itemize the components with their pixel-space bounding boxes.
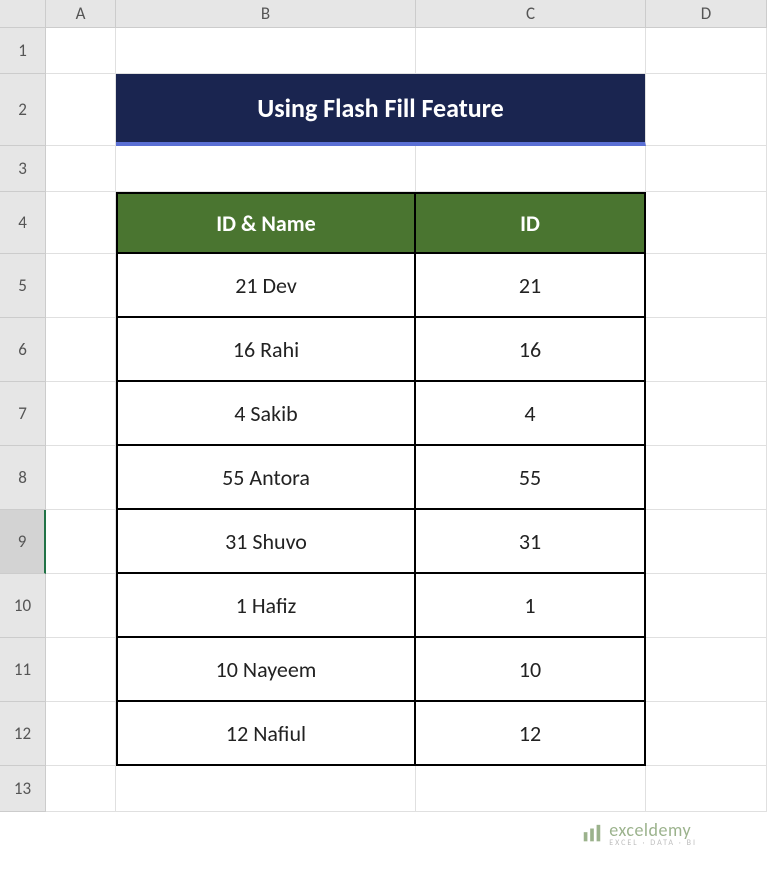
cell-c3[interactable]: [416, 146, 646, 192]
cell-d3[interactable]: [646, 146, 767, 192]
cell-idname[interactable]: 1 Hafiz: [116, 574, 416, 638]
cell-c13[interactable]: [416, 766, 646, 812]
cell-b3[interactable]: [116, 146, 416, 192]
cell-a3[interactable]: [46, 146, 116, 192]
table-header-idname[interactable]: ID & Name: [116, 192, 416, 254]
table-row: 55 Antora 55: [46, 446, 767, 510]
cell-d11[interactable]: [646, 638, 767, 702]
cell-d12[interactable]: [646, 702, 767, 766]
column-headers: A B C D: [46, 0, 767, 28]
cell-b1[interactable]: [116, 28, 416, 74]
table-row: 31 Shuvo 31: [46, 510, 767, 574]
table-row: 10 Nayeem 10: [46, 638, 767, 702]
row-header-13[interactable]: 13: [0, 766, 46, 812]
cell-d1[interactable]: [646, 28, 767, 74]
row-header-10[interactable]: 10: [0, 574, 46, 638]
row-header-6[interactable]: 6: [0, 318, 46, 382]
row-header-7[interactable]: 7: [0, 382, 46, 446]
cell-a11[interactable]: [46, 638, 116, 702]
spreadsheet: A B C D 1 2 3 4 5 6 7 8 9 10 11 12 13 Us…: [0, 0, 767, 895]
table-row: 12 Nafiul 12: [46, 702, 767, 766]
cell-b13[interactable]: [116, 766, 416, 812]
cell-c1[interactable]: [416, 28, 646, 74]
col-header-a[interactable]: A: [46, 0, 116, 27]
cell-a1[interactable]: [46, 28, 116, 74]
cell-d7[interactable]: [646, 382, 767, 446]
col-header-c[interactable]: C: [416, 0, 646, 27]
title-cell[interactable]: Using Flash Fill Feature: [116, 74, 646, 146]
row-header-8[interactable]: 8: [0, 446, 46, 510]
grid-row-13: [46, 766, 767, 812]
watermark-text: exceldemy EXCEL · DATA · BI: [609, 821, 697, 847]
cell-idname[interactable]: 55 Antora: [116, 446, 416, 510]
table-header-id[interactable]: ID: [416, 192, 646, 254]
row-header-3[interactable]: 3: [0, 146, 46, 192]
cell-idname[interactable]: 31 Shuvo: [116, 510, 416, 574]
select-all-corner[interactable]: [0, 0, 46, 28]
cell-idname[interactable]: 12 Nafiul: [116, 702, 416, 766]
cell-id[interactable]: 10: [416, 638, 646, 702]
table-row: 16 Rahi 16: [46, 318, 767, 382]
col-header-d[interactable]: D: [646, 0, 767, 27]
cell-d8[interactable]: [646, 446, 767, 510]
watermark-brand: exceldemy: [609, 821, 697, 839]
grid-row-4: ID & Name ID: [46, 192, 767, 254]
cell-d10[interactable]: [646, 574, 767, 638]
cell-id[interactable]: 12: [416, 702, 646, 766]
cell-id[interactable]: 55: [416, 446, 646, 510]
cell-a10[interactable]: [46, 574, 116, 638]
row-header-2[interactable]: 2: [0, 74, 46, 146]
cell-id[interactable]: 1: [416, 574, 646, 638]
cell-idname[interactable]: 16 Rahi: [116, 318, 416, 382]
cell-d5[interactable]: [646, 254, 767, 318]
row-header-5[interactable]: 5: [0, 254, 46, 318]
cell-a8[interactable]: [46, 446, 116, 510]
cell-id[interactable]: 16: [416, 318, 646, 382]
cell-a9[interactable]: [46, 510, 116, 574]
cell-idname[interactable]: 10 Nayeem: [116, 638, 416, 702]
row-header-11[interactable]: 11: [0, 638, 46, 702]
cell-d9[interactable]: [646, 510, 767, 574]
table-row: 1 Hafiz 1: [46, 574, 767, 638]
cell-a7[interactable]: [46, 382, 116, 446]
logo-icon: [581, 823, 603, 845]
col-header-b[interactable]: B: [116, 0, 416, 27]
grid-row-3: [46, 146, 767, 192]
cell-a2[interactable]: [46, 74, 116, 146]
row-header-4[interactable]: 4: [0, 192, 46, 254]
cell-d13[interactable]: [646, 766, 767, 812]
watermark-tag: EXCEL · DATA · BI: [609, 839, 697, 847]
cell-idname[interactable]: 4 Sakib: [116, 382, 416, 446]
cell-id[interactable]: 21: [416, 254, 646, 318]
cell-d2[interactable]: [646, 74, 767, 146]
grid-row-1: [46, 28, 767, 74]
cell-a12[interactable]: [46, 702, 116, 766]
grid-area: Using Flash Fill Feature ID & Name ID 21…: [46, 28, 767, 895]
table-row: 4 Sakib 4: [46, 382, 767, 446]
row-header-1[interactable]: 1: [0, 28, 46, 74]
cell-idname[interactable]: 21 Dev: [116, 254, 416, 318]
cell-a5[interactable]: [46, 254, 116, 318]
row-header-9[interactable]: 9: [0, 510, 46, 574]
cell-a4[interactable]: [46, 192, 116, 254]
cell-a6[interactable]: [46, 318, 116, 382]
table-row: 21 Dev 21: [46, 254, 767, 318]
row-header-12[interactable]: 12: [0, 702, 46, 766]
cell-d4[interactable]: [646, 192, 767, 254]
cell-a13[interactable]: [46, 766, 116, 812]
cell-d6[interactable]: [646, 318, 767, 382]
cell-id[interactable]: 31: [416, 510, 646, 574]
watermark: exceldemy EXCEL · DATA · BI: [581, 821, 697, 847]
grid-row-2: Using Flash Fill Feature: [46, 74, 767, 146]
cell-id[interactable]: 4: [416, 382, 646, 446]
row-headers: 1 2 3 4 5 6 7 8 9 10 11 12 13: [0, 28, 46, 812]
